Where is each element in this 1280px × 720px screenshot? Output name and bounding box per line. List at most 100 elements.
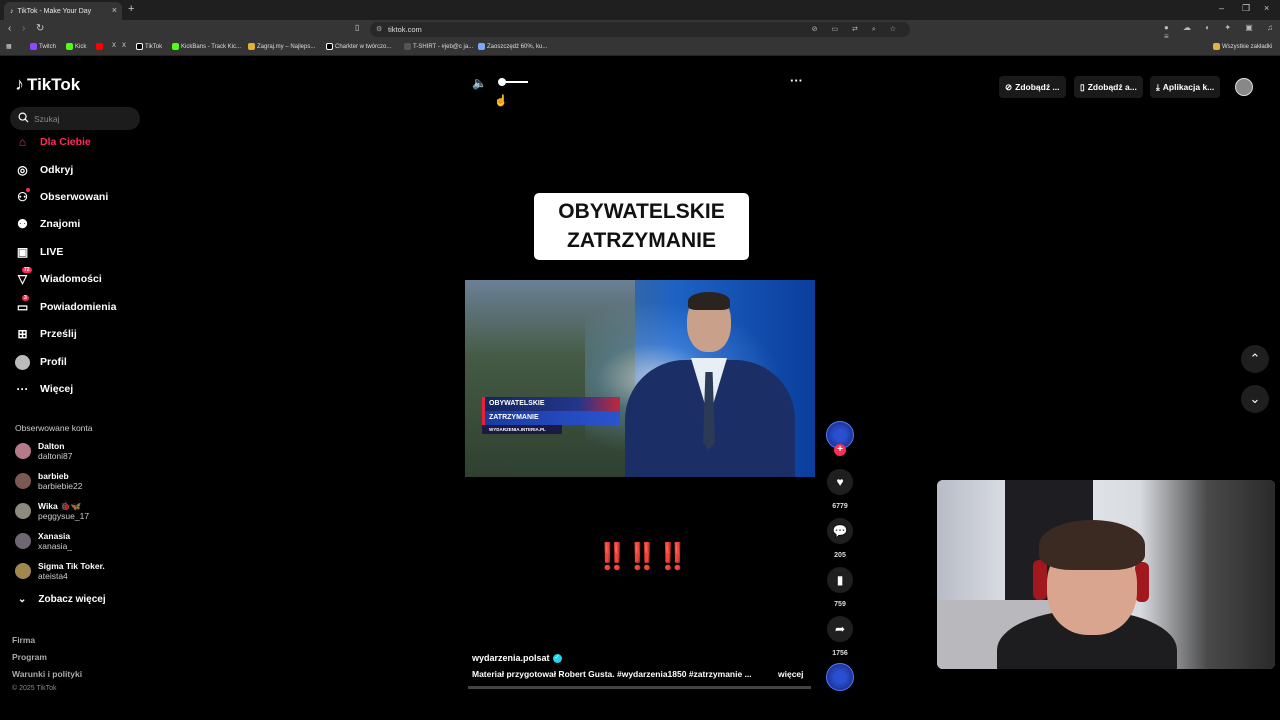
close-window-icon[interactable]: × — [1264, 3, 1269, 13]
nav-profil[interactable]: Profil — [15, 352, 67, 372]
avatar — [15, 443, 31, 459]
bookmark-kickbans[interactable]: KickBans - Track Kic... — [172, 43, 241, 50]
video-options-icon[interactable]: ··· — [790, 73, 803, 88]
caption-more-button[interactable]: więcej — [778, 669, 804, 679]
save-action[interactable]: ▮ 759 — [827, 567, 853, 608]
site-info-icon[interactable]: ⚙ — [376, 25, 382, 33]
url-actions-icon[interactable]: ⊘ ▭ ⇄ ⌕ ☆ — [812, 25, 902, 34]
video-frame[interactable]: OBYWATELSKIE ZATRZYMANIE WYDARZENIA.INTE… — [465, 280, 815, 477]
bookmark-charkter[interactable]: Charkter w twórczo... — [326, 43, 391, 50]
nav-wiadomosci[interactable]: ▽ 72 Wiadomości — [15, 266, 102, 289]
saves-count: 759 — [834, 601, 846, 608]
notifications-badge: 3 — [22, 294, 29, 301]
followed-account[interactable]: Sigma Tik Toker. ateista4 — [15, 561, 105, 581]
back-icon[interactable]: ‹ — [8, 23, 11, 34]
followed-accounts-header: Obserwowane konta — [15, 423, 93, 433]
profile-icon — [15, 354, 30, 370]
footer-link-terms[interactable]: Warunki i polityki — [12, 669, 82, 679]
notifications-icon: ▭ 3 — [16, 294, 29, 314]
new-tab-icon[interactable]: + — [128, 3, 134, 15]
video-author[interactable]: wydarzenia.polsat ✓ — [472, 653, 562, 663]
likes-count: 6779 — [832, 503, 848, 510]
more-icon: ··· — [16, 382, 29, 396]
profile-avatar[interactable] — [1235, 78, 1253, 96]
lower-third-source: WYDARZENIA.INTERIA.PL — [482, 425, 562, 434]
like-action[interactable]: ♥ 6779 — [827, 469, 853, 510]
search-icon — [18, 112, 29, 123]
tiktok-note-icon: ♪ — [15, 74, 24, 94]
bookmark-twitch[interactable]: Twitch — [30, 43, 56, 50]
next-video-icon[interactable]: ⌄ — [1241, 385, 1269, 413]
nav-dla-ciebie[interactable]: ⌂ Dla Ciebie — [15, 132, 91, 152]
footer-link-firma[interactable]: Firma — [12, 635, 35, 645]
avatar — [15, 503, 31, 519]
download-icon: ⤓ — [1156, 81, 1160, 92]
copyright: © 2025 TikTok — [12, 685, 57, 692]
share-icon[interactable]: ➦ — [827, 616, 853, 642]
nav-powiadomienia[interactable]: ▭ 3 Powiadomienia — [15, 294, 116, 317]
coin-icon: ⊘ — [1005, 81, 1013, 92]
comment-icon[interactable]: 💬 — [827, 518, 853, 544]
all-bookmarks[interactable]: Wszystkie zakładki — [1213, 43, 1272, 50]
bookmark-youtube[interactable] — [96, 43, 103, 50]
video-caption: Materiał przygotował Robert Gusta. #wyda… — [472, 669, 752, 679]
volume-icon[interactable]: 🔈 — [472, 76, 487, 90]
chevron-down-icon: ⌄ — [18, 594, 27, 605]
followed-account[interactable]: Dalton daltoni87 — [15, 441, 73, 461]
search-input[interactable]: Szukaj — [10, 107, 140, 130]
lower-third-line-1: OBYWATELSKIE — [482, 397, 620, 411]
nav-odkryj[interactable]: ◎ Odkryj — [15, 160, 73, 180]
volume-knob[interactable] — [498, 78, 506, 86]
bookmark-tshirt[interactable]: T-SHIRT - #jeb@c ja... — [404, 43, 473, 50]
avatar — [15, 563, 31, 579]
friends-icon: ⚉ — [17, 217, 28, 231]
get-coins-button[interactable]: ⊘ Zdobądź ... — [999, 76, 1066, 98]
bookmark-kick[interactable]: Kick — [66, 43, 86, 50]
upload-icon: ⊞ — [17, 327, 28, 341]
shares-count: 1756 — [832, 650, 848, 657]
followed-account[interactable]: barbieb barbiebie22 — [15, 471, 82, 491]
nav-znajomi[interactable]: ⚉ Znajomi — [15, 214, 80, 234]
bookmark-x[interactable]: XX — [112, 43, 126, 49]
heart-icon[interactable]: ♥ — [827, 469, 853, 495]
browser-tab[interactable]: ♪ TikTok - Make Your Day × — [4, 2, 122, 20]
minimize-icon[interactable]: – — [1219, 3, 1224, 13]
url-field[interactable]: ⚙ tiktok.com ⊘ ▭ ⇄ ⌕ ☆ — [370, 22, 910, 37]
lower-third-line-2: ZATRZYMANIE — [482, 411, 620, 425]
live-icon: ▣ — [16, 245, 29, 259]
followed-account[interactable]: Wika 🐞🦋 peggysue_17 — [15, 501, 89, 521]
nav-wiecej[interactable]: ··· Więcej — [15, 379, 74, 399]
bookmark-page-icon[interactable]: ▯ — [355, 23, 359, 32]
video-progress-bar[interactable] — [468, 686, 811, 689]
desktop-app-button[interactable]: ⤓ Aplikacja k... — [1150, 76, 1221, 98]
tiktok-logo[interactable]: ♪ TikTok — [15, 74, 80, 95]
nav-obserwowani[interactable]: ⚇ Obserwowani — [15, 187, 108, 207]
forward-icon[interactable]: › — [22, 23, 25, 34]
share-action[interactable]: ➦ 1756 — [827, 616, 853, 657]
url-text: tiktok.com — [388, 25, 422, 34]
compass-icon: ◎ — [17, 163, 28, 177]
verified-icon: ✓ — [552, 653, 562, 663]
get-app-button[interactable]: ▯ Zdobądź a... — [1074, 76, 1143, 98]
home-icon: ⌂ — [18, 135, 27, 149]
footer-link-program[interactable]: Program — [12, 652, 47, 662]
previous-video-icon[interactable]: ⌃ — [1241, 345, 1269, 373]
apps-grid-icon[interactable]: ▦ — [6, 43, 12, 50]
see-more-button[interactable]: ⌄ Zobacz więcej — [18, 594, 106, 605]
tiktok-favicon-icon: ♪ — [10, 7, 14, 15]
tab-close-icon[interactable]: × — [112, 5, 117, 15]
follow-plus-icon[interactable]: + — [834, 444, 846, 456]
bookmark-tiktok[interactable]: TikTok — [136, 43, 162, 50]
address-bar-row: ‹ › ↻ ▯ ⚙ tiktok.com ⊘ ▭ ⇄ ⌕ ☆ ● ☁ ◐ ✦ ▣… — [0, 20, 1280, 41]
bookmark-zaoszczedz[interactable]: Zaoszczędź 60%, ku... — [478, 43, 547, 50]
restore-icon[interactable]: ❐ — [1242, 3, 1250, 14]
bookmark-icon[interactable]: ▮ — [827, 567, 853, 593]
nav-live[interactable]: ▣ LIVE — [15, 242, 64, 262]
reload-icon[interactable]: ↻ — [36, 23, 44, 34]
comments-count: 205 — [834, 552, 846, 559]
bookmark-zagraj[interactable]: Zagraj.my – Najleps... — [248, 43, 315, 50]
nav-przeslij[interactable]: ⊞ Prześlij — [15, 324, 76, 344]
followed-account[interactable]: Xanasia xanasia_ — [15, 531, 72, 551]
comment-action[interactable]: 💬 205 — [827, 518, 853, 559]
sound-disc-icon[interactable] — [826, 663, 854, 691]
